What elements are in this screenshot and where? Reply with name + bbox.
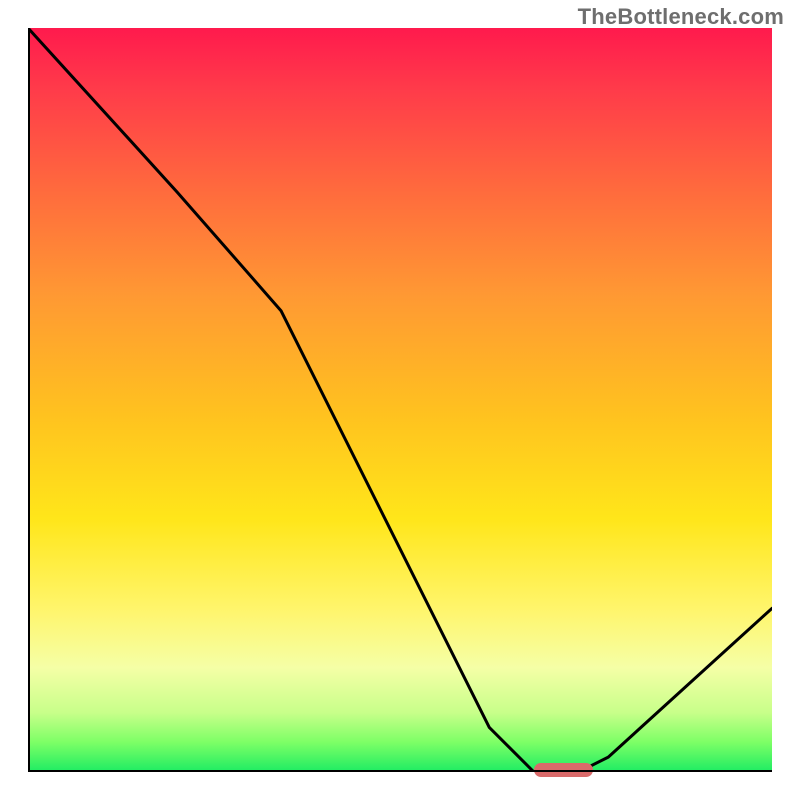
plot-area: [28, 28, 772, 772]
bottleneck-curve: [28, 28, 772, 772]
watermark-text: TheBottleneck.com: [578, 4, 784, 30]
optimal-range-marker: [534, 763, 594, 777]
curve-layer: [28, 28, 772, 772]
chart-container: TheBottleneck.com: [0, 0, 800, 800]
